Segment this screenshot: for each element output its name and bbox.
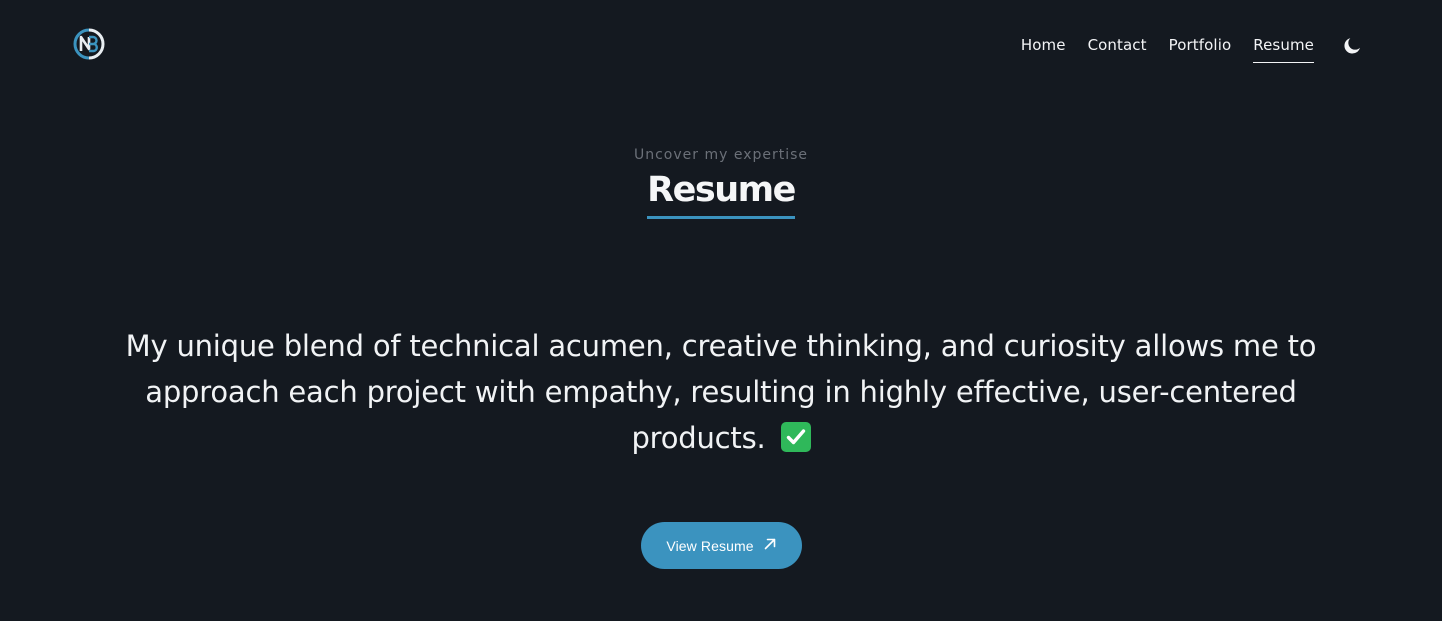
view-resume-label: View Resume	[666, 537, 754, 554]
section-heading: Uncover my expertise Resume	[0, 146, 1442, 219]
arrow-up-right-icon	[763, 537, 777, 551]
main-nav: Home Contact Portfolio Resume	[999, 34, 1364, 63]
nav-portfolio[interactable]: Portfolio	[1169, 34, 1232, 63]
logo-mark-icon	[73, 28, 105, 60]
logo[interactable]	[73, 28, 105, 60]
theme-toggle-button[interactable]	[1340, 34, 1364, 58]
moon-icon	[1343, 38, 1360, 54]
nav-contact[interactable]: Contact	[1088, 34, 1147, 63]
site-header: Home Contact Portfolio Resume	[0, 0, 1442, 90]
statement-text: My unique blend of technical acumen, cre…	[125, 329, 1317, 455]
resume-statement: My unique blend of technical acumen, cre…	[120, 323, 1322, 461]
page-title: Resume	[647, 170, 796, 210]
nav-resume[interactable]: Resume	[1253, 34, 1314, 63]
nav-home[interactable]: Home	[1021, 34, 1066, 63]
section-eyebrow: Uncover my expertise	[633, 147, 809, 163]
view-resume-button[interactable]: View Resume	[641, 522, 802, 569]
check-mark-button-icon	[780, 422, 811, 452]
section-title-underline: Resume	[647, 170, 796, 219]
